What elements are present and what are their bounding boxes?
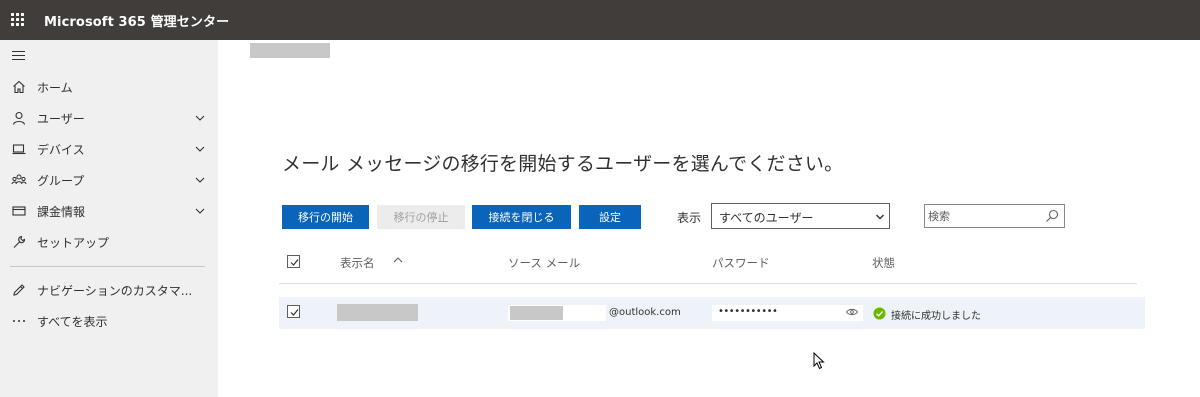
- sidebar-item-devices[interactable]: デバイス: [0, 134, 218, 164]
- start-migration-button[interactable]: 移行の開始: [282, 205, 369, 229]
- redacted-display-name: [337, 304, 418, 321]
- sidebar-item-label: グループ: [37, 174, 85, 188]
- redacted-email-local-part: [510, 306, 563, 320]
- waffle-icon[interactable]: [11, 13, 25, 27]
- checkmark-icon: [290, 259, 299, 266]
- close-connection-button[interactable]: 接続を閉じる: [472, 205, 571, 229]
- sidebar-item-label: すべてを表示: [37, 315, 108, 329]
- app-title[interactable]: Microsoft 365 管理センター: [44, 11, 229, 30]
- chevron-down-icon[interactable]: [194, 112, 206, 124]
- sidebar-item-label: ユーザー: [37, 112, 85, 126]
- sidebar-item-users[interactable]: ユーザー: [0, 103, 218, 133]
- sidebar-divider: [10, 266, 205, 267]
- redacted-breadcrumb: [250, 43, 330, 58]
- search-input[interactable]: [928, 208, 1040, 224]
- checkmark-icon: [290, 309, 299, 316]
- page-title: メール メッセージの移行を開始するユーザーを選んでください。: [282, 153, 844, 175]
- chevron-down-icon[interactable]: [194, 174, 206, 186]
- device-icon: [12, 144, 26, 155]
- sidebar-item-label: セットアップ: [37, 236, 110, 250]
- ellipsis-icon: [13, 320, 25, 322]
- success-check-icon: [873, 307, 886, 320]
- chevron-down-icon[interactable]: [194, 143, 206, 155]
- sidebar-item-customize-navigation[interactable]: ナビゲーションのカスタマ...: [0, 275, 218, 305]
- column-header-source-email[interactable]: ソース メール: [508, 255, 580, 271]
- group-icon: [11, 174, 27, 185]
- pencil-icon: [13, 284, 25, 296]
- password-value: •••••••••••: [718, 306, 778, 317]
- user-filter-value: すべてのユーザー: [719, 211, 814, 225]
- table-header-divider: [279, 283, 1137, 284]
- home-icon: [13, 80, 25, 94]
- sidebar: ホーム ユーザー デバイス グループ 課金情報 セットアップ ナビゲーションのカ…: [0, 40, 218, 397]
- chevron-down-icon[interactable]: [194, 205, 206, 217]
- sidebar-item-label: ナビゲーションのカスタマ...: [37, 284, 193, 298]
- search-icon[interactable]: [1045, 209, 1059, 223]
- show-filter-label: 表示: [677, 211, 702, 225]
- top-bar: Microsoft 365 管理センター: [0, 0, 1200, 40]
- sort-ascending-icon[interactable]: [392, 255, 404, 265]
- search-box[interactable]: [924, 204, 1065, 228]
- column-header-password[interactable]: パスワード: [712, 255, 770, 271]
- column-header-display-name[interactable]: 表示名: [340, 255, 375, 271]
- settings-button[interactable]: 設定: [579, 205, 641, 229]
- sidebar-item-label: デバイス: [37, 143, 85, 157]
- status-text: 接続に成功しました: [891, 311, 981, 322]
- row-checkbox[interactable]: [287, 305, 300, 318]
- source-email-domain: @outlook.com: [609, 307, 681, 318]
- sidebar-item-billing[interactable]: 課金情報: [0, 196, 218, 226]
- wrench-icon: [13, 235, 26, 248]
- chevron-down-icon: [876, 214, 884, 220]
- eye-icon[interactable]: [846, 308, 858, 316]
- select-all-checkbox[interactable]: [287, 255, 300, 268]
- sidebar-item-groups[interactable]: グループ: [0, 165, 218, 195]
- card-icon: [12, 206, 26, 216]
- sidebar-item-setup[interactable]: セットアップ: [0, 227, 218, 257]
- user-filter-select[interactable]: すべてのユーザー: [711, 203, 890, 229]
- sidebar-item-home[interactable]: ホーム: [0, 72, 218, 102]
- sidebar-item-label: 課金情報: [37, 205, 86, 219]
- sidebar-item-label: ホーム: [37, 81, 73, 95]
- sidebar-item-show-all[interactable]: すべてを表示: [0, 306, 218, 336]
- stop-migration-button: 移行の停止: [377, 205, 465, 229]
- mouse-cursor-icon: [813, 352, 825, 370]
- hamburger-icon[interactable]: [12, 51, 25, 61]
- column-header-status[interactable]: 状態: [872, 255, 895, 271]
- person-icon: [12, 111, 26, 125]
